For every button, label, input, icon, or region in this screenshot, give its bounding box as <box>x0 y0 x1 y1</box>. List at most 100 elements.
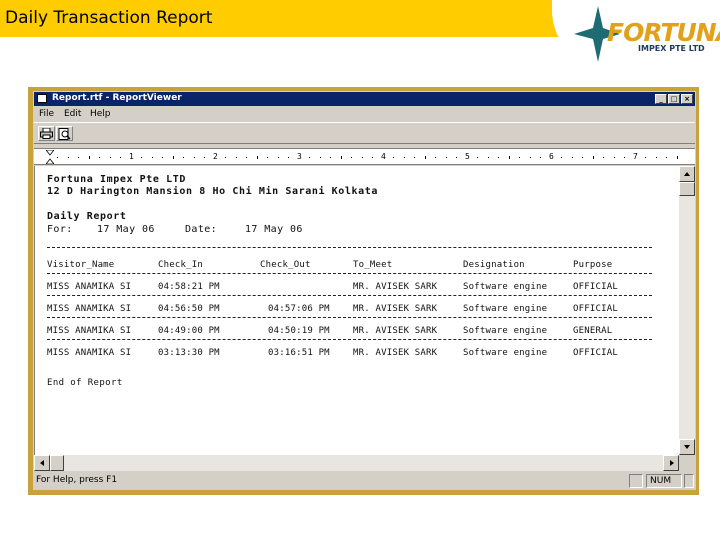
ruler-tick <box>424 156 426 159</box>
ruler-tick <box>340 156 342 159</box>
column-header: Check_In <box>158 260 203 270</box>
divider <box>47 295 652 296</box>
date-value: 17 May 06 <box>245 224 303 235</box>
ruler-number: 5 <box>465 152 470 161</box>
window-title: Report.rtf - ReportViewer <box>52 93 182 103</box>
ruler-tick <box>603 157 604 158</box>
ruler-tick <box>393 157 394 158</box>
ruler-tick <box>414 157 415 158</box>
table-cell: OFFICIAL <box>573 348 618 358</box>
ruler-tick <box>519 157 520 158</box>
print-preview-button[interactable] <box>56 126 73 141</box>
table-cell: MISS ANAMIKA SI <box>47 304 132 314</box>
ruler-tick <box>655 157 657 158</box>
report-viewer-window: Report.rtf - ReportViewer _ □ × File Edi… <box>33 91 696 490</box>
minimize-icon: _ <box>659 95 663 103</box>
ruler-tick <box>256 156 258 159</box>
close-button[interactable]: × <box>681 94 693 104</box>
ruler-number: 2 <box>213 152 218 161</box>
scroll-left-button[interactable] <box>34 455 50 471</box>
ruler-tick <box>403 157 405 158</box>
arrow-down-icon <box>684 445 690 449</box>
maximize-button[interactable]: □ <box>668 94 680 104</box>
table-cell: MR. AVISEK SARK <box>353 282 438 292</box>
ruler-tick <box>456 157 457 158</box>
column-header: Designation <box>463 260 525 270</box>
horizontal-scrollbar[interactable] <box>34 455 679 471</box>
ruler[interactable]: 1 2 3 4 5 6 7 <box>34 148 695 165</box>
table-cell: Software engine <box>463 348 548 358</box>
column-header: To_Meet <box>353 260 393 270</box>
tab-marker-icon[interactable] <box>46 150 54 164</box>
ruler-tick <box>99 157 100 158</box>
status-pane <box>629 474 643 488</box>
vertical-scrollbar[interactable] <box>679 166 695 455</box>
num-lock-indicator: NUM <box>646 474 682 488</box>
ruler-tick <box>235 157 237 158</box>
ruler-tick <box>319 157 321 158</box>
table-cell: 04:58:21 PM <box>158 282 220 292</box>
ruler-number: 3 <box>297 152 302 161</box>
ruler-tick <box>582 157 583 158</box>
arrow-left-icon <box>40 460 44 466</box>
scroll-thumb[interactable] <box>679 182 695 196</box>
table-cell: MISS ANAMIKA SI <box>47 326 132 336</box>
status-pane <box>684 474 694 488</box>
scroll-up-button[interactable] <box>679 166 695 182</box>
ruler-tick <box>351 157 352 158</box>
ruler-tick <box>435 157 436 158</box>
menu-help[interactable]: Help <box>90 109 111 119</box>
ruler-tick <box>330 157 331 158</box>
arrow-right-icon <box>670 460 674 466</box>
ruler-tick <box>109 157 111 158</box>
ruler-tick <box>624 157 625 158</box>
scroll-down-button[interactable] <box>679 439 695 455</box>
ruler-tick <box>88 156 90 159</box>
ruler-number: 1 <box>129 152 134 161</box>
app-icon[interactable] <box>37 94 47 103</box>
column-header: Check_Out <box>260 260 311 270</box>
ruler-tick <box>613 157 615 158</box>
company-name: Fortuna Impex Pte LTD <box>47 174 187 185</box>
menu-edit[interactable]: Edit <box>64 109 81 119</box>
scroll-right-button[interactable] <box>663 455 679 471</box>
ruler-tick <box>487 157 489 158</box>
for-label: For: <box>47 224 73 235</box>
ruler-tick <box>57 157 58 158</box>
ruler-tick <box>592 156 594 159</box>
ruler-tick <box>183 157 184 158</box>
hscroll-thumb[interactable] <box>50 455 64 471</box>
ruler-tick <box>540 157 541 158</box>
ruler-tick <box>508 156 510 159</box>
table-cell: 04:56:50 PM <box>158 304 220 314</box>
for-value: 17 May 06 <box>97 224 155 235</box>
preview-icon <box>58 128 71 140</box>
menu-file[interactable]: File <box>39 109 54 119</box>
ruler-number: 7 <box>633 152 638 161</box>
date-label: Date: <box>185 224 218 235</box>
ruler-tick <box>277 157 279 158</box>
toolbar <box>34 122 695 144</box>
table-cell: MR. AVISEK SARK <box>353 326 438 336</box>
ruler-tick <box>498 157 499 158</box>
divider <box>47 317 652 318</box>
ruler-tick <box>193 157 195 158</box>
logo-wordmark: FORTUNA <box>607 18 720 47</box>
ruler-tick <box>120 157 121 158</box>
slide-title: Daily Transaction Report <box>5 8 213 28</box>
table-cell: OFFICIAL <box>573 304 618 314</box>
close-icon: × <box>684 95 690 103</box>
arrow-up-icon <box>684 172 690 176</box>
minimize-button[interactable]: _ <box>655 94 667 104</box>
ruler-tick <box>477 157 478 158</box>
table-cell: 04:49:00 PM <box>158 326 220 336</box>
table-cell: 03:16:51 PM <box>268 348 330 358</box>
ruler-tick <box>288 157 289 158</box>
document-area[interactable]: Fortuna Impex Pte LTD 12 D Harington Man… <box>34 166 679 455</box>
title-bar[interactable]: Report.rtf - ReportViewer _ □ × <box>34 92 695 106</box>
print-button[interactable] <box>38 126 55 141</box>
divider <box>47 273 652 274</box>
divider <box>47 339 652 340</box>
ruler-tick <box>676 156 678 159</box>
print-icon <box>40 128 53 139</box>
